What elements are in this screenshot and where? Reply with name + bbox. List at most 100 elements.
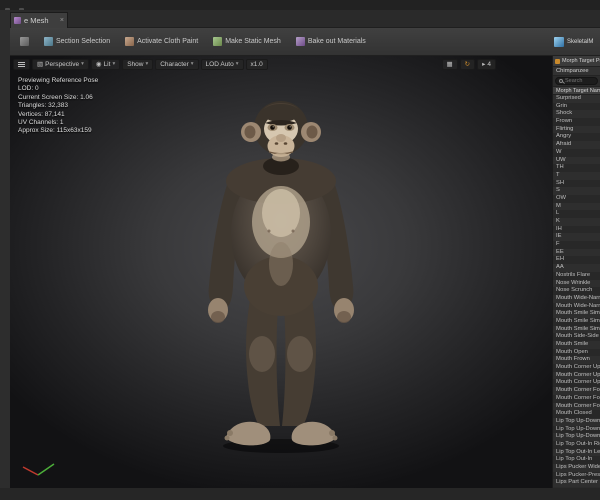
morph-target-row[interactable]: Angry bbox=[553, 133, 600, 142]
morph-target-row[interactable]: T bbox=[553, 171, 600, 180]
morph-target-row[interactable]: Mouth Corner Up-Down Left bbox=[553, 371, 600, 380]
viewport-stat-line: LOD: 0 bbox=[18, 85, 39, 93]
character-menu-button[interactable]: Character ▾ bbox=[155, 59, 199, 70]
morph-target-row[interactable]: Lips Pucker Wide bbox=[553, 464, 600, 472]
morph-target-row[interactable]: Surprised bbox=[553, 95, 600, 103]
button-label: Section Selection bbox=[56, 38, 111, 45]
asset-switcher-button[interactable]: SkeletalM bbox=[552, 33, 600, 51]
morph-target-row[interactable]: Mouth Smile Simple Left bbox=[553, 317, 600, 326]
preview-mesh-button[interactable] bbox=[16, 33, 33, 50]
preview-mesh-icon bbox=[20, 37, 29, 46]
morph-target-row[interactable]: IE bbox=[553, 233, 600, 242]
morph-target-row[interactable]: Lip Top Out-In Left bbox=[553, 448, 600, 457]
morph-target-row[interactable]: IH bbox=[553, 225, 600, 234]
morph-target-row[interactable]: Lips Part Center bbox=[553, 479, 600, 488]
viewport-menu-button[interactable] bbox=[13, 59, 30, 70]
search-container: Search bbox=[553, 76, 600, 86]
morph-target-row[interactable]: Frown bbox=[553, 118, 600, 126]
section-selection-button[interactable]: Section Selection bbox=[40, 33, 114, 50]
camera-speed-button[interactable]: ▸ 4 bbox=[477, 59, 496, 70]
morph-target-row[interactable]: Nose Wrinkle bbox=[553, 279, 600, 288]
morph-target-row[interactable]: EE bbox=[553, 248, 600, 257]
morph-target-row[interactable]: Mouth Corner Up-Down Right bbox=[553, 364, 600, 372]
morph-target-row[interactable]: K bbox=[553, 218, 600, 226]
morph-target-row[interactable]: UW bbox=[553, 156, 600, 165]
chimpanzee-model[interactable] bbox=[166, 86, 396, 458]
morph-target-row[interactable]: M bbox=[553, 202, 600, 211]
morph-target-row[interactable]: AA bbox=[553, 264, 600, 272]
morph-target-row[interactable]: Lip Top Up-Down Right bbox=[553, 417, 600, 426]
morph-target-row[interactable]: Lips Pucker-Pressed bbox=[553, 471, 600, 480]
perspective-button[interactable]: ▧ Perspective ▾ bbox=[32, 59, 89, 70]
lod-label: LOD Auto bbox=[205, 61, 234, 68]
morph-target-row[interactable]: Afraid bbox=[553, 141, 600, 149]
axis-gizmo bbox=[22, 463, 55, 476]
morph-target-row[interactable]: Mouth Frown bbox=[553, 356, 600, 365]
viewport-stat-line: Vertices: 87,141 bbox=[18, 110, 65, 118]
viewport-3d[interactable]: ▧ Perspective ▾ ◉ Lit ▾ Show ▾ Character… bbox=[10, 56, 552, 488]
morph-target-row[interactable]: Mouth Smile Simple bbox=[553, 325, 600, 334]
viewport-stat-line: Current Screen Size: 1.06 bbox=[18, 93, 93, 101]
grid-icon-button[interactable]: ▦ bbox=[441, 59, 458, 70]
turntable-icon-button[interactable]: ↻ bbox=[459, 59, 476, 70]
camera-speed-value: 4 bbox=[487, 61, 491, 68]
morph-target-row[interactable]: OW bbox=[553, 194, 600, 203]
viewport-stats: Previewing Reference Pose LOD: 0 Current S… bbox=[18, 77, 98, 136]
morph-target-row[interactable]: Lip Top Out-In Right bbox=[553, 440, 600, 449]
morph-target-row[interactable]: Mouth Wide-Narrow bbox=[553, 302, 600, 311]
morph-target-row[interactable]: Mouth Closed bbox=[553, 410, 600, 418]
morph-target-row[interactable]: Shock bbox=[553, 110, 600, 119]
section-selection-icon bbox=[44, 37, 53, 46]
column-header-morph-target-name[interactable]: Morph Target Name bbox=[553, 86, 600, 95]
character-label: Character bbox=[160, 61, 189, 68]
perspective-icon: ▧ bbox=[37, 61, 44, 68]
morph-target-row[interactable]: Mouth Open bbox=[553, 348, 600, 357]
bake-out-materials-button[interactable]: Bake out Materials bbox=[292, 33, 370, 50]
morph-target-row[interactable]: F bbox=[553, 241, 600, 249]
morph-target-row[interactable]: Mouth Smile Simple Right bbox=[553, 310, 600, 318]
unreal-editor-window: e Mesh × Section Selection Activate Clot… bbox=[0, 0, 600, 500]
morph-target-row[interactable]: Flirting bbox=[553, 125, 600, 134]
morph-target-row[interactable]: Nose Scrunch bbox=[553, 287, 600, 295]
playback-speed-button[interactable]: x1.0 bbox=[245, 59, 268, 70]
lod-button[interactable]: LOD Auto ▾ bbox=[200, 59, 244, 70]
search-input[interactable]: Search bbox=[555, 77, 598, 85]
morph-target-row[interactable]: Mouth Wide-Narrow Left bbox=[553, 294, 600, 303]
morph-target-row[interactable]: W bbox=[553, 148, 600, 157]
window-top-strip bbox=[0, 0, 600, 13]
panel-title: Morph Target Preview bbox=[562, 58, 600, 64]
morph-target-row[interactable]: SH bbox=[553, 179, 600, 188]
window-left-strip bbox=[0, 10, 10, 488]
main-toolbar: Section Selection Activate Cloth Paint M… bbox=[10, 28, 600, 56]
morph-target-row[interactable]: L bbox=[553, 210, 600, 218]
morph-target-row[interactable]: Nostrils Flare bbox=[553, 271, 600, 280]
menu-icon bbox=[18, 64, 25, 65]
viewport-stat-line: Triangles: 32,383 bbox=[18, 102, 68, 110]
editor-tab-bar: e Mesh × bbox=[10, 10, 600, 28]
morph-target-row[interactable]: S bbox=[553, 187, 600, 195]
morph-target-row[interactable]: Grin bbox=[553, 102, 600, 111]
asset-editor-tab[interactable]: e Mesh × bbox=[10, 12, 68, 28]
morph-target-row[interactable]: Lip Top Out-In bbox=[553, 456, 600, 464]
morph-target-row[interactable]: Mouth Side-Side bbox=[553, 333, 600, 341]
morph-target-row[interactable]: Mouth Corner Forward-Back bbox=[553, 402, 600, 411]
show-menu-button[interactable]: Show ▾ bbox=[122, 59, 154, 70]
morph-target-row[interactable]: Mouth Smile bbox=[553, 341, 600, 349]
tab-close-icon[interactable]: × bbox=[60, 17, 64, 24]
morph-target-preview-tab[interactable]: Morph Target Preview bbox=[553, 56, 600, 67]
button-label: Activate Cloth Paint bbox=[137, 38, 199, 45]
skeletal-mesh-tab-icon bbox=[14, 17, 21, 24]
static-mesh-icon bbox=[213, 37, 223, 46]
morph-target-row[interactable]: Lip Top Up-Down bbox=[553, 433, 600, 441]
morph-target-row[interactable]: Mouth Corner Up-Down bbox=[553, 379, 600, 388]
morph-target-row[interactable]: Mouth Corner Forward-Back Right bbox=[553, 387, 600, 395]
morph-target-row[interactable]: Lip Top Up-Down Left bbox=[553, 425, 600, 434]
morph-target-row[interactable]: EH bbox=[553, 256, 600, 265]
chevron-down-icon: ▾ bbox=[235, 61, 239, 67]
morph-target-row[interactable]: Mouth Corner Forward-Back Left bbox=[553, 394, 600, 403]
lit-mode-button[interactable]: ◉ Lit ▾ bbox=[90, 59, 121, 70]
viewport-stat-line: Approx Size: 115x63x159 bbox=[18, 127, 92, 135]
activate-cloth-paint-button[interactable]: Activate Cloth Paint bbox=[121, 33, 202, 50]
make-static-mesh-button[interactable]: Make Static Mesh bbox=[209, 33, 285, 50]
morph-target-row[interactable]: TH bbox=[553, 164, 600, 172]
